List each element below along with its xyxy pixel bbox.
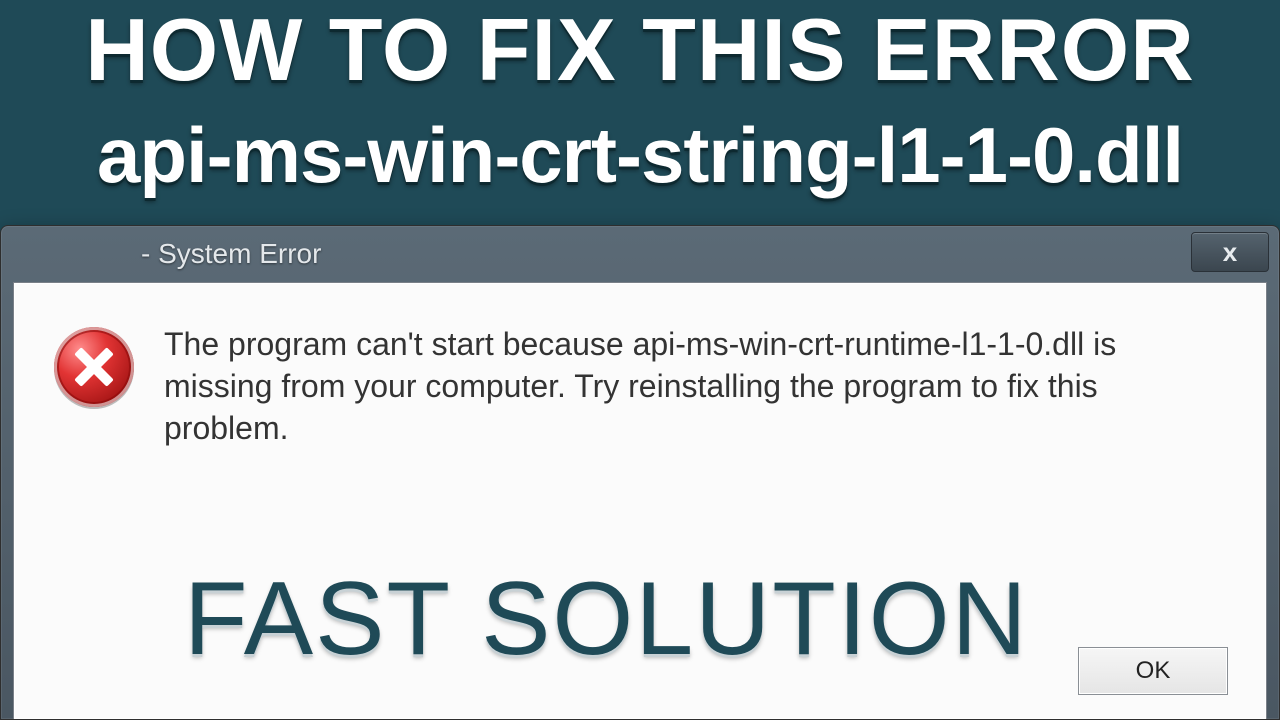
close-button[interactable]: x <box>1191 232 1269 272</box>
thumbnail-stage: HOW TO FIX THIS ERROR api-ms-win-crt-str… <box>0 0 1280 720</box>
dialog-titlebar[interactable]: - System Error x <box>1 226 1279 282</box>
dialog-button-row: OK <box>1078 647 1228 695</box>
error-message: The program can't start because api-ms-w… <box>164 323 1216 450</box>
dialog-title: - System Error <box>141 238 321 270</box>
dialog-client-area: The program can't start because api-ms-w… <box>13 282 1267 719</box>
dialog-body: The program can't start because api-ms-w… <box>14 283 1266 460</box>
ok-button[interactable]: OK <box>1078 647 1228 695</box>
fast-solution-overlay: FAST SOLUTION <box>184 560 1029 679</box>
ok-button-label: OK <box>1136 657 1171 685</box>
headline-text: HOW TO FIX THIS ERROR <box>0 4 1280 96</box>
subheadline-dll-name: api-ms-win-crt-string-l1-1-0.dll <box>0 110 1280 201</box>
close-icon: x <box>1223 237 1237 268</box>
system-error-dialog: - System Error x The program can't start… <box>0 225 1280 720</box>
error-icon <box>54 327 134 407</box>
